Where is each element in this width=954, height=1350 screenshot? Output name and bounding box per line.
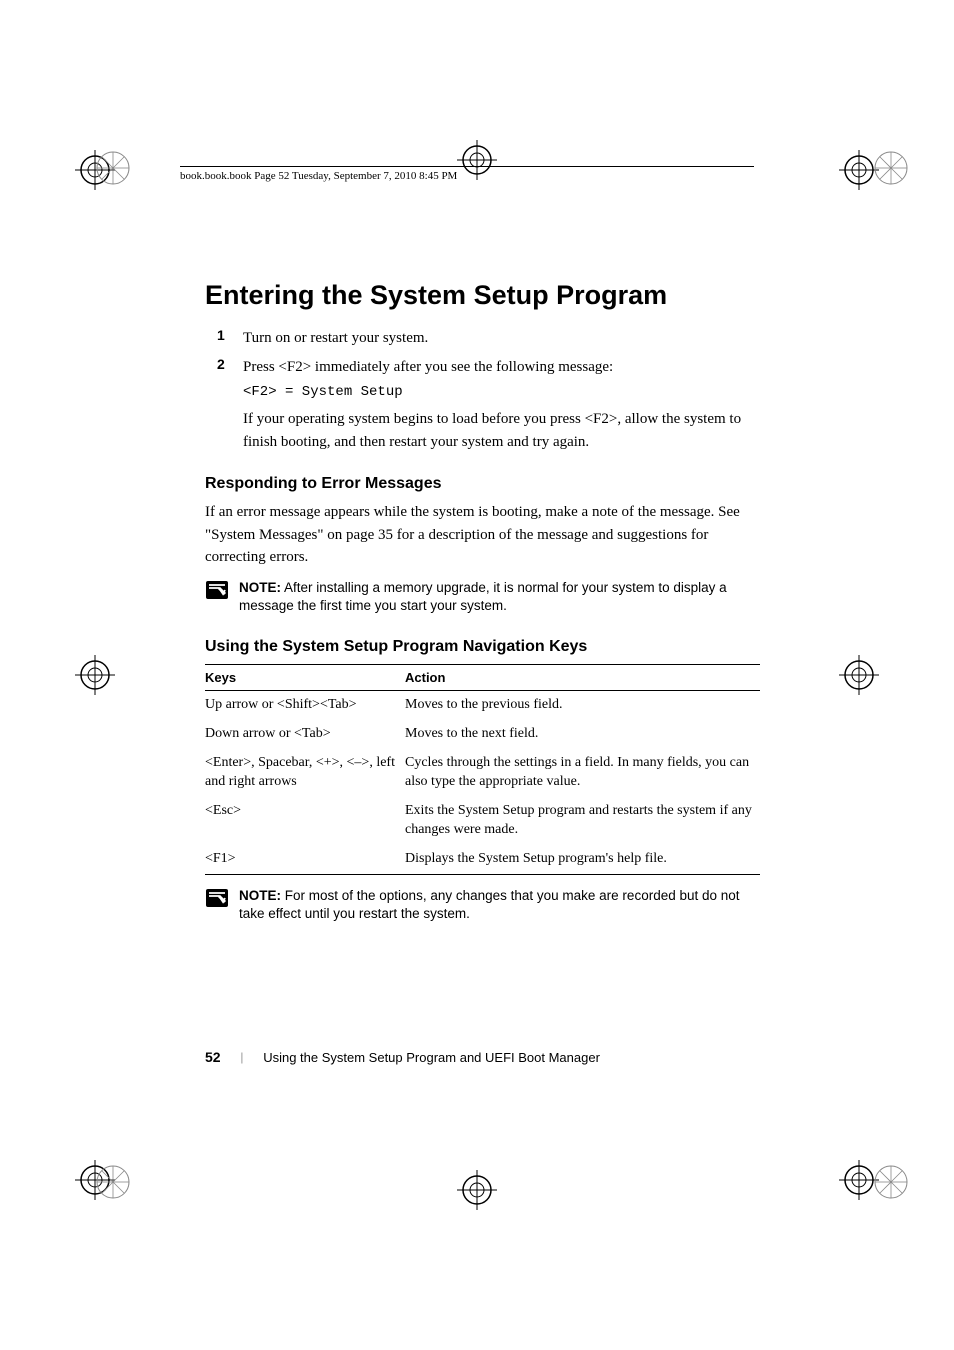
step-1: 1 Turn on or restart your system. <box>217 327 760 350</box>
note-icon <box>205 580 229 600</box>
note-text: NOTE: After installing a memory upgrade,… <box>239 579 760 617</box>
note-body: After installing a memory upgrade, it is… <box>239 580 727 614</box>
step-text: Turn on or restart your system. <box>243 327 428 350</box>
crop-mark-top-center <box>457 140 497 180</box>
table-cell-action: Moves to the next field. <box>405 720 760 749</box>
running-header: book.book.book Page 52 Tuesday, Septembe… <box>180 170 457 182</box>
table-cell-keys: <Esc> <box>205 797 405 845</box>
note-label: NOTE: <box>239 580 281 595</box>
table-row: Down arrow or <Tab> Moves to the next fi… <box>205 720 760 749</box>
table-cell-action: Exits the System Setup program and resta… <box>405 797 760 845</box>
code-sample: <F2> = System Setup <box>243 384 760 400</box>
table-row: Up arrow or <Shift><Tab> Moves to the pr… <box>205 691 760 720</box>
table-header-keys: Keys <box>205 665 405 691</box>
note-block: NOTE: After installing a memory upgrade,… <box>205 579 760 617</box>
step-number: 1 <box>217 327 243 350</box>
table-row: <F1> Displays the System Setup program's… <box>205 845 760 874</box>
page-number: 52 <box>205 1049 221 1065</box>
section-heading-navigation: Using the System Setup Program Navigatio… <box>205 638 760 656</box>
table-cell-keys: Down arrow or <Tab> <box>205 720 405 749</box>
chapter-title: Using the System Setup Program and UEFI … <box>263 1050 600 1065</box>
page-title: Entering the System Setup Program <box>205 280 760 311</box>
body-paragraph: If your operating system begins to load … <box>243 408 760 453</box>
note-body: For most of the options, any changes tha… <box>239 888 740 922</box>
table-cell-keys: <Enter>, Spacebar, <+>, <–>, left and ri… <box>205 749 405 797</box>
note-icon <box>205 888 229 908</box>
table-cell-keys: <F1> <box>205 845 405 874</box>
note-label: NOTE: <box>239 888 281 903</box>
table-cell-action: Moves to the previous field. <box>405 691 760 720</box>
page-content: Entering the System Setup Program 1 Turn… <box>205 280 760 934</box>
table-row: <Enter>, Spacebar, <+>, <–>, left and ri… <box>205 749 760 797</box>
step-text: Press <F2> immediately after you see the… <box>243 356 613 379</box>
crop-mark-left-center <box>75 655 115 695</box>
table-row: <Esc> Exits the System Setup program and… <box>205 797 760 845</box>
step-number: 2 <box>217 356 243 379</box>
corner-radial-bottom-left <box>95 1164 131 1200</box>
note-block: NOTE: For most of the options, any chang… <box>205 887 760 925</box>
corner-radial-top-right <box>873 150 909 186</box>
table-cell-keys: Up arrow or <Shift><Tab> <box>205 691 405 720</box>
step-2: 2 Press <F2> immediately after you see t… <box>217 356 760 379</box>
body-paragraph: If an error message appears while the sy… <box>205 501 760 569</box>
note-text: NOTE: For most of the options, any chang… <box>239 887 760 925</box>
header-rule <box>180 166 754 167</box>
table-cell-action: Cycles through the settings in a field. … <box>405 749 760 797</box>
page-footer: 52 | Using the System Setup Program and … <box>205 1049 600 1065</box>
steps-list: 1 Turn on or restart your system. 2 Pres… <box>217 327 760 378</box>
table-header-action: Action <box>405 665 760 691</box>
section-heading-responding: Responding to Error Messages <box>205 475 760 493</box>
crop-mark-right-center <box>839 655 879 695</box>
corner-radial-bottom-right <box>873 1164 909 1200</box>
table-cell-action: Displays the System Setup program's help… <box>405 845 760 874</box>
navigation-keys-table: Keys Action Up arrow or <Shift><Tab> Mov… <box>205 664 760 874</box>
corner-radial-top-left <box>95 150 131 186</box>
footer-separator: | <box>241 1049 244 1065</box>
crop-mark-bottom-center <box>457 1170 497 1210</box>
